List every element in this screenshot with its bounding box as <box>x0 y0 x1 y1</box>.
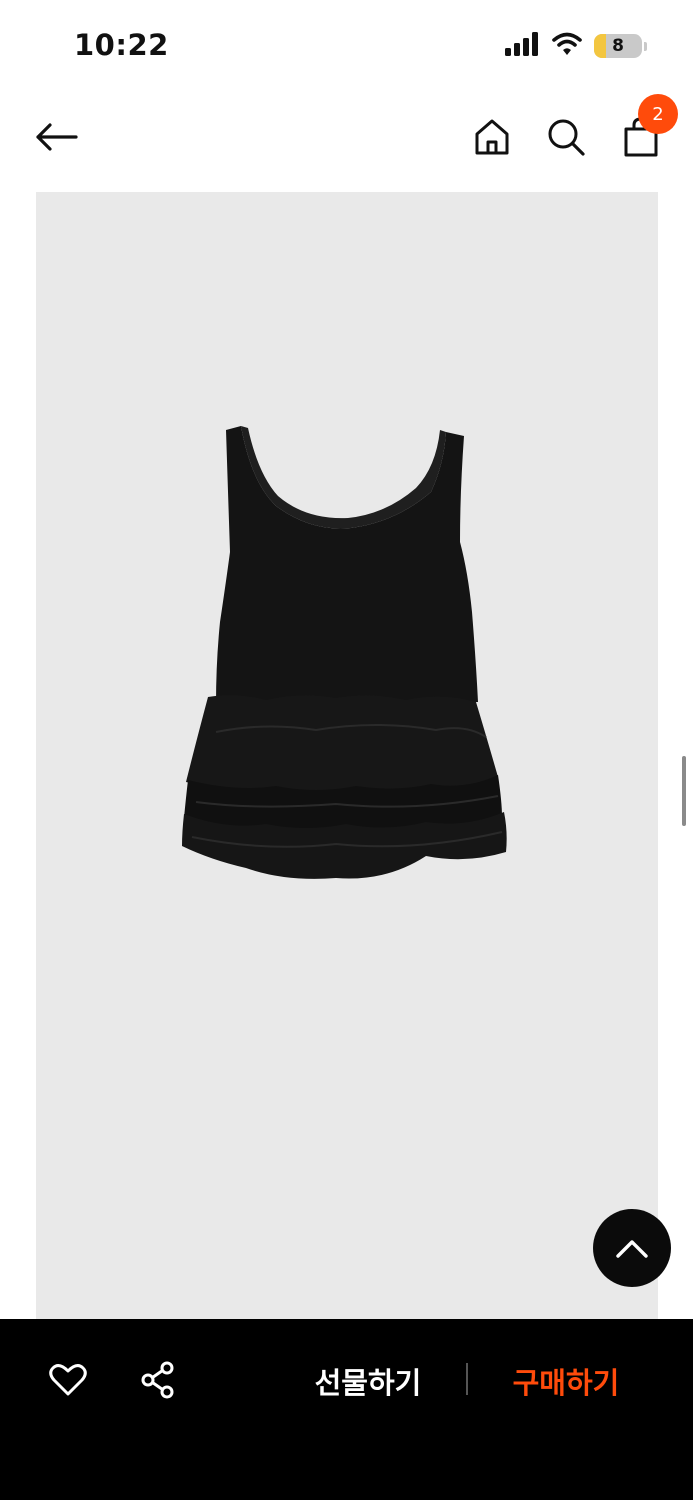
share-button[interactable] <box>136 1359 180 1401</box>
chevron-up-icon <box>616 1240 648 1258</box>
wifi-icon <box>552 32 582 60</box>
wishlist-button[interactable] <box>46 1359 90 1401</box>
status-bar: 10:22 8 <box>0 0 693 92</box>
battery-level: 8 <box>612 36 624 56</box>
share-icon <box>141 1361 174 1399</box>
home-button[interactable] <box>468 113 516 161</box>
product-image[interactable] <box>36 192 658 1320</box>
heart-icon <box>49 1364 87 1396</box>
bottom-action-bar: 선물하기 구매하기 <box>0 1319 693 1500</box>
back-arrow-icon <box>36 123 78 151</box>
status-icons: 8 <box>504 32 647 60</box>
search-icon <box>548 119 585 156</box>
cart-count-badge: 2 <box>638 94 678 134</box>
scroll-to-top-button[interactable] <box>593 1209 671 1287</box>
gift-button[interactable]: 선물하기 <box>300 1357 436 1405</box>
buy-button[interactable]: 구매하기 <box>496 1357 636 1405</box>
divider <box>466 1363 468 1395</box>
status-time: 10:22 <box>74 28 169 62</box>
signal-icon <box>504 32 540 60</box>
top-navigation <box>0 95 693 180</box>
battery-icon: 8 <box>594 34 642 58</box>
battery-tip <box>644 41 647 51</box>
home-icon <box>475 119 509 155</box>
search-button[interactable] <box>542 113 590 161</box>
back-button[interactable] <box>30 113 82 161</box>
scroll-indicator[interactable] <box>682 756 686 826</box>
product-garment-illustration <box>182 426 507 879</box>
